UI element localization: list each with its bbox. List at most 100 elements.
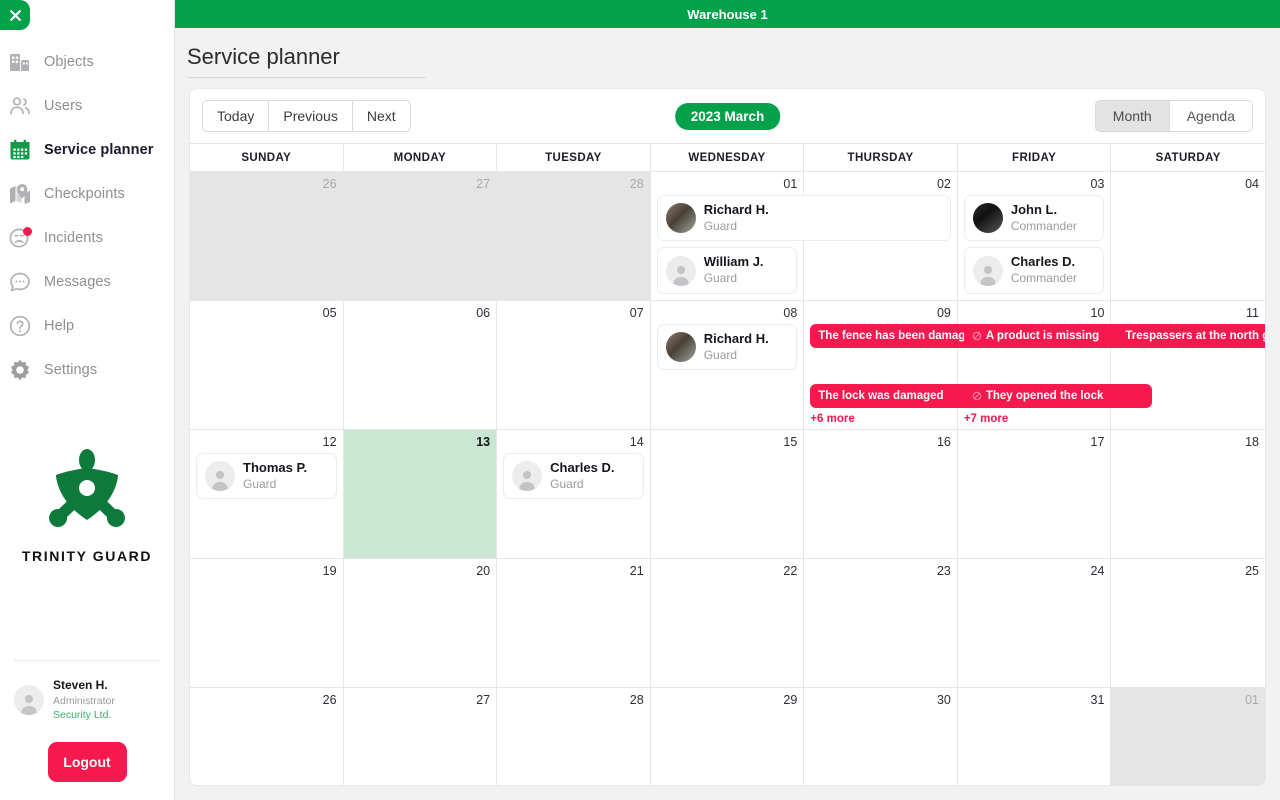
calendar-day-cell[interactable]: 17: [957, 429, 1112, 559]
day-number: 20: [476, 563, 491, 578]
day-number: 17: [1090, 434, 1105, 449]
calendar-day-cell[interactable]: 22: [650, 558, 805, 688]
calendar-day-cell[interactable]: 24: [957, 558, 1112, 688]
shift-event[interactable]: Thomas P. Guard: [196, 452, 337, 500]
calendar-day-cell[interactable]: 26: [190, 687, 344, 785]
incident-text: Trespassers at the north gate: [1125, 329, 1265, 342]
shift-person-role: Guard: [703, 271, 738, 286]
day-number: 14: [629, 434, 644, 449]
sidebar-item-users[interactable]: Users: [0, 84, 174, 128]
sidebar-item-help[interactable]: Help: [0, 304, 174, 348]
shift-event[interactable]: Richard H. Guard: [656, 323, 798, 371]
incident-event[interactable]: They opened the lock: [963, 383, 1153, 408]
view-button-month[interactable]: Month: [1094, 100, 1170, 132]
day-number: 26: [322, 692, 337, 707]
calendar-day-cell[interactable]: 31: [958, 687, 1112, 785]
sidebar-item-checkpoints[interactable]: Checkpoints: [0, 172, 174, 216]
calendar-day-cell[interactable]: 19: [190, 558, 344, 688]
calendar-day-cell[interactable]: 28: [497, 172, 651, 301]
calendar-day-cell[interactable]: 03 John L. Commander Charles D. Commander: [957, 172, 1112, 301]
shift-person-role: Guard: [703, 347, 738, 362]
event-spacer: [964, 354, 1105, 384]
calendar-day-cell[interactable]: 01 Richard H. Guard William J. Guard: [650, 172, 951, 301]
calendar-day-cell[interactable]: 16: [804, 429, 958, 559]
calendar-day-cell[interactable]: 01: [1111, 687, 1265, 785]
divider: [14, 660, 160, 662]
close-icon[interactable]: [0, 0, 30, 30]
calendar-day-cell[interactable]: 23: [804, 558, 958, 688]
app-root: Objects Users Service planner Checkpoints In…: [0, 0, 1280, 800]
next-button[interactable]: Next: [351, 100, 411, 132]
view-button-agenda[interactable]: Agenda: [1168, 100, 1253, 132]
calendar-day-cell[interactable]: 06: [343, 300, 498, 430]
day-number: 01: [783, 177, 798, 191]
calendar-day-cell[interactable]: 27: [344, 687, 498, 785]
building-icon: [8, 50, 32, 74]
calendar-day-cell[interactable]: 07: [497, 300, 651, 430]
event-spacer: [810, 354, 951, 384]
trinity-guard-logo-icon: [49, 449, 125, 527]
more-events-link[interactable]: +6 more: [810, 413, 951, 425]
calendar-day-cell[interactable]: 12 Thomas P. Guard: [190, 429, 344, 559]
calendar-day-cell[interactable]: 09 The fence has been damaged The lock was…: [804, 300, 999, 430]
logout-button[interactable]: Logout: [47, 742, 127, 782]
calendar-day-cell[interactable]: 25: [1111, 559, 1265, 688]
calendar-day-cell[interactable]: 04: [1111, 172, 1265, 301]
sidebar-item-objects[interactable]: Objects: [0, 40, 174, 84]
weekday-header: TUESDAY: [497, 143, 651, 171]
sidebar-item-label: Checkpoints: [44, 186, 125, 202]
sidebar-item-incidents[interactable]: Incidents: [0, 216, 174, 260]
main-content: Warehouse 1 Service planner Today Previo…: [175, 0, 1280, 800]
calendar-day-cell[interactable]: 14 Charles D. Guard: [497, 429, 651, 559]
shift-event[interactable]: Charles D. Commander: [963, 247, 1105, 294]
calendar-day-cell[interactable]: 21: [497, 558, 651, 688]
shift-event[interactable]: William J. Guard: [656, 247, 798, 294]
more-events-link[interactable]: +7 more: [964, 413, 1105, 425]
sidebar-item-settings[interactable]: Settings: [0, 348, 174, 392]
day-number: 21: [629, 563, 644, 578]
sidebar-item-service-planner[interactable]: Service planner: [0, 128, 174, 172]
avatar: [512, 461, 543, 492]
incident-icon: [972, 391, 982, 401]
shift-person-name: John L.: [1010, 202, 1058, 217]
sidebar-item-label: Help: [44, 318, 75, 334]
calendar-day-cell[interactable]: 27: [343, 172, 498, 301]
question-circle-icon: [8, 314, 32, 338]
calendar-day-cell[interactable]: 13: [343, 429, 498, 559]
shift-event[interactable]: Richard H. Guard: [656, 195, 951, 242]
calendar-day-cell[interactable]: 05: [190, 300, 344, 430]
sidebar-footer: Steven H. Administrator Security Ltd. Lo…: [0, 660, 174, 800]
calendar-day-cell[interactable]: 08 Richard H. Guard: [650, 300, 805, 430]
calendar-day-cell[interactable]: 10 A product is missing They opened the lo…: [957, 300, 1153, 430]
calendar-day-cell[interactable]: 18: [1111, 430, 1265, 559]
weekday-header: MONDAY: [343, 143, 498, 171]
calendar-day-cell[interactable]: 26: [190, 172, 344, 301]
weekday-header: SUNDAY: [190, 143, 344, 171]
day-number: 18: [1245, 434, 1259, 449]
view-toggle-group: Month Agenda: [1094, 100, 1253, 132]
day-number: 13: [476, 434, 491, 449]
calendar-day-cell[interactable]: 15: [650, 429, 805, 559]
calendar-day-cell[interactable]: 30: [804, 687, 958, 785]
map-pin-icon: [8, 182, 32, 206]
previous-button[interactable]: Previous: [268, 100, 353, 132]
calendar-day-cell[interactable]: 11 Trespassers at the north gate: [1111, 301, 1265, 430]
avatar: [14, 684, 44, 715]
day-number: 25: [1245, 563, 1259, 578]
shift-event[interactable]: Charles D. Guard: [503, 452, 644, 500]
calendar-day-cell[interactable]: 29: [651, 687, 805, 785]
incident-event[interactable]: Trespassers at the north gate: [1117, 323, 1265, 348]
day-number: 16: [936, 434, 951, 449]
shift-event[interactable]: John L. Commander: [963, 195, 1105, 242]
current-month-badge[interactable]: 2023 March: [674, 102, 781, 130]
sidebar-item-messages[interactable]: Messages: [0, 260, 174, 304]
day-number: 31: [1090, 692, 1105, 707]
day-number: 28: [629, 177, 644, 191]
calendar-day-cell[interactable]: 28: [497, 687, 651, 785]
calendar-day-cell[interactable]: 20: [343, 558, 498, 688]
user-profile[interactable]: Steven H. Administrator Security Ltd.: [14, 677, 160, 722]
header-title: Warehouse 1: [687, 6, 768, 22]
today-button[interactable]: Today: [202, 100, 270, 132]
day-number: 28: [629, 692, 644, 707]
day-number: 30: [936, 692, 951, 707]
